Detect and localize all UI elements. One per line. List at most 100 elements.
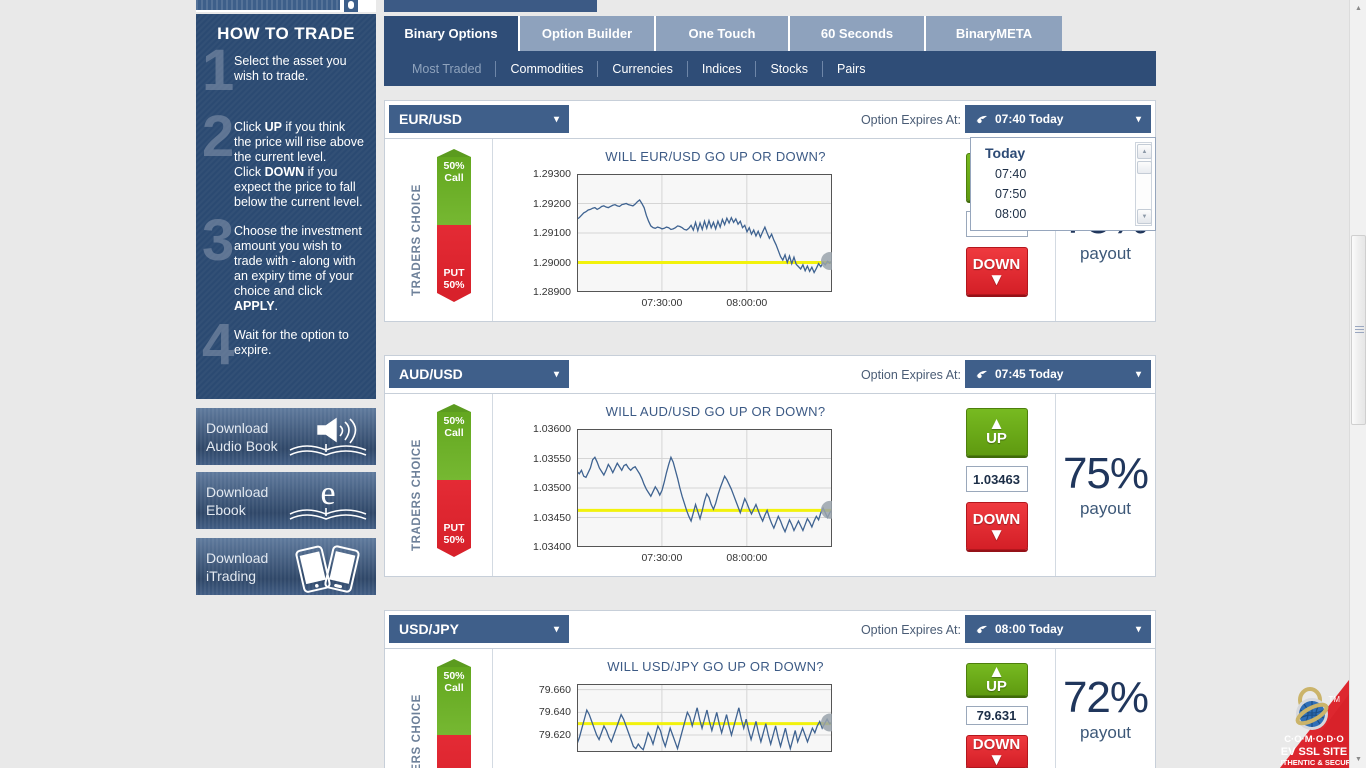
call-word-label: Call	[444, 172, 464, 184]
how-to-trade-panel: HOW TO TRADE 1 Select the asset you wish …	[196, 14, 376, 399]
comodo-brand-text: C·O·M·O·D·O	[1284, 734, 1344, 745]
tab-binarymeta[interactable]: BinaryMETA	[926, 16, 1062, 51]
download-ebook-button[interactable]: Download Ebook e	[196, 472, 376, 529]
up-button-label: UP	[986, 430, 1007, 447]
expiry-time-selector[interactable]: 07:45 Today ▾	[965, 360, 1151, 388]
down-button[interactable]: DOWN ▼	[965, 502, 1028, 550]
step-number: 4	[202, 312, 235, 377]
comodo-tm-text: TM	[1328, 695, 1340, 704]
current-price-value: 79.631	[965, 706, 1028, 725]
asset-card-header: EUR/USD ▾ Option Expires At: 07:40 Today ▾	[385, 101, 1155, 139]
chart-title: WILL USD/JPY GO UP OR DOWN?	[607, 659, 824, 674]
expiry-time-dropdown[interactable]: Today 07:40 07:50 08:00 ▲ ▼	[970, 137, 1156, 231]
asset-card: EUR/USD ▾ Option Expires At: 07:40 Today ▾ TR…	[384, 100, 1156, 322]
put-word-label: PUT	[443, 522, 465, 534]
expiry-time-selector[interactable]: 08:00 Today ▾	[965, 615, 1151, 643]
payout-percent: 72%	[1062, 672, 1149, 722]
how-to-trade-steps: 1 Select the asset you wish to trade. 2 Cli…	[202, 42, 364, 380]
chart-y-tick-label: 79.640	[538, 706, 571, 719]
subtab-commodities[interactable]: Commodities	[496, 60, 599, 77]
chart-y-tick-label: 1.29100	[533, 227, 571, 239]
main-content: Binary Options Option Builder One Touch 60 …	[384, 0, 1174, 768]
chart-area: WILL EUR/USD GO UP OR DOWN? 1.28900 1.2900…	[493, 139, 938, 321]
scrollbar-down-arrow-icon[interactable]: ▼	[1350, 751, 1366, 768]
chart-y-tick-label: 1.03450	[533, 511, 571, 524]
payout-caption: payout	[1079, 722, 1132, 742]
chart-x-tick-label: 08:00:00	[726, 552, 768, 564]
asset-name-label: AUD/USD	[399, 366, 463, 382]
dropdown-scroll-up-icon[interactable]: ▲	[1137, 144, 1152, 159]
step-number: 2	[202, 104, 235, 169]
tab-binary-options[interactable]: Binary Options	[384, 16, 520, 51]
expiry-time-label: 08:00 Today	[995, 622, 1064, 636]
down-button[interactable]: DOWN ▼	[965, 247, 1028, 295]
payout-area: 72% payout	[1056, 649, 1155, 768]
tab-one-touch[interactable]: One Touch	[656, 16, 790, 51]
asset-selector[interactable]: AUD/USD ▾	[389, 360, 569, 388]
down-button[interactable]: DOWN ▼	[965, 734, 1028, 768]
phones-icon	[295, 545, 360, 593]
dropdown-option[interactable]: 08:00	[971, 204, 1155, 224]
asset-card-header: AUD/USD ▾ Option Expires At: 07:45 Today ▾	[385, 356, 1155, 394]
subtab-indices[interactable]: Indices	[688, 60, 757, 77]
traders-choice-label: TRADERS CHOICE	[411, 184, 423, 296]
call-percent-label: 50%	[443, 160, 465, 172]
traders-choice-call: 50% Call	[437, 412, 471, 480]
gauge-top-tip	[437, 659, 471, 667]
traders-choice-call: 50% Call	[437, 667, 471, 735]
subtab-pairs[interactable]: Pairs	[823, 61, 879, 77]
chevron-down-icon: ▾	[553, 113, 559, 125]
dropdown-scroll-down-icon[interactable]: ▼	[1137, 209, 1152, 224]
tab-60-seconds[interactable]: 60 Seconds	[790, 16, 926, 51]
scrollbar-thumb[interactable]	[1351, 235, 1366, 425]
chart-plot: 1.28900 1.29000 1.29100 1.29200 1.29300 07:30…	[533, 168, 832, 309]
expiry-time-selector[interactable]: 07:40 Today ▾	[965, 105, 1151, 133]
tab-label: 60 Seconds	[820, 26, 894, 41]
chart-title: WILL AUD/USD GO UP OR DOWN?	[605, 404, 826, 419]
chevron-down-icon: ▼	[988, 270, 1005, 289]
up-button[interactable]: ▲UP	[965, 408, 1028, 456]
dropdown-option[interactable]: 07:40	[971, 164, 1155, 184]
asset-card: USD/JPY ▾ Option Expires At: 08:00 Today ▾ TR…	[384, 610, 1156, 768]
call-word-label: Call	[444, 682, 464, 694]
traders-choice-gauge: 50%CallPUT50%	[437, 404, 471, 564]
asset-card-body: TRADERS CHOICE 50% Call PUT 50% WILL AUD/USD …	[385, 394, 1155, 576]
tab-option-builder[interactable]: Option Builder	[520, 16, 656, 51]
dropdown-scrollbar[interactable]: ▲ ▼	[1135, 142, 1152, 226]
how-to-trade-step-3: 3 Choose the investment amount you wish t…	[202, 212, 364, 314]
chart-area: WILL USD/JPY GO UP OR DOWN? 79.620 79.640 7…	[493, 649, 938, 768]
asset-selector[interactable]: EUR/USD ▾	[389, 105, 569, 133]
download-itrading-line1: Download	[206, 550, 269, 566]
subtab-most-traded[interactable]: Most Traded	[398, 60, 497, 77]
comodo-line2-text: AUTHENTIC & SECURE	[1280, 758, 1349, 767]
put-percent-label: 50%	[443, 279, 465, 291]
chart-x-tick-label: 07:30:00	[641, 552, 683, 564]
traders-choice-put: PUT50%	[437, 735, 471, 768]
subtab-currencies[interactable]: Currencies	[598, 60, 688, 77]
comodo-ssl-badge[interactable]: TM C·O·M·O·D·O EV SSL SITE AUTHENTIC & S…	[1280, 680, 1349, 768]
price-chart-svg	[577, 429, 832, 547]
traders-choice-gauge: 50%CallPUT50%	[437, 149, 471, 309]
dropdown-option[interactable]: 07:50	[971, 184, 1155, 204]
dropdown-scroll-thumb[interactable]	[1137, 161, 1152, 174]
expiry-time-label: 07:45 Today	[995, 367, 1064, 381]
clock-icon	[975, 369, 989, 380]
asset-selector[interactable]: USD/JPY ▾	[389, 615, 569, 643]
scrollbar-up-arrow-icon[interactable]: ▲	[1350, 0, 1366, 17]
svg-text:e: e	[320, 478, 335, 512]
asset-card-header: USD/JPY ▾ Option Expires At: 08:00 Today ▾	[385, 611, 1155, 649]
download-ebook-line1: Download	[206, 484, 269, 500]
download-itrading-button[interactable]: Download iTrading	[196, 538, 376, 595]
chart-area: WILL AUD/USD GO UP OR DOWN? 1.03400 1.0345…	[493, 394, 938, 576]
chevron-down-icon: ▾	[553, 368, 559, 380]
how-to-trade-step-2: 2 Click UP if you think the price will ri…	[202, 108, 364, 210]
chart-y-tick-label: 1.03400	[533, 541, 571, 553]
download-audio-book-button[interactable]: Download Audio Book	[196, 408, 376, 465]
call-word-label: Call	[444, 427, 464, 439]
subtab-stocks[interactable]: Stocks	[756, 60, 823, 77]
put-word-label: PUT	[443, 267, 465, 279]
up-button[interactable]: ▲UP	[965, 663, 1028, 697]
chart-y-tick-label: 1.29200	[533, 197, 571, 210]
page-scrollbar[interactable]: ▲ ▼	[1349, 0, 1366, 768]
payout-caption: payout	[1079, 244, 1132, 263]
